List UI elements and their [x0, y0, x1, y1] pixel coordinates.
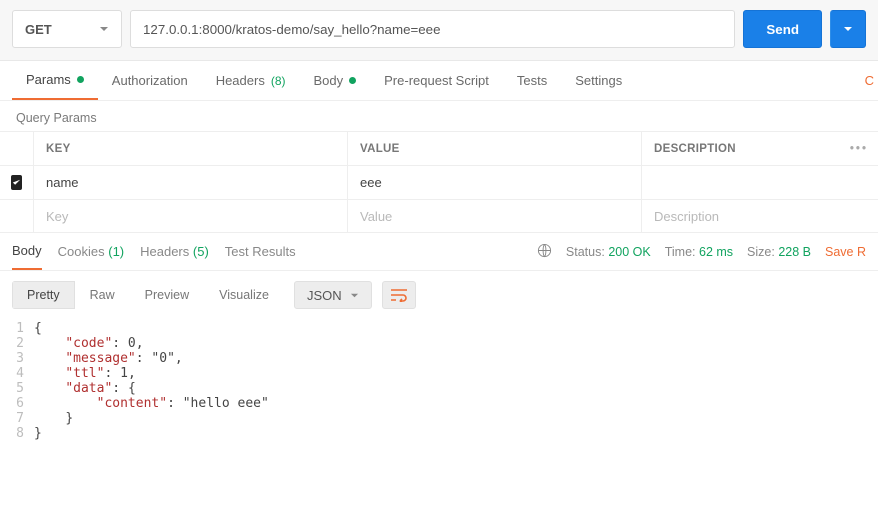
tab-label: Pre-request Script: [384, 73, 489, 88]
view-raw[interactable]: Raw: [75, 281, 130, 309]
tab-label: Authorization: [112, 73, 188, 88]
response-tab-body[interactable]: Body: [12, 243, 42, 270]
chevron-down-icon: [99, 22, 109, 37]
view-visualize[interactable]: Visualize: [204, 281, 284, 309]
response-tab-cookies[interactable]: Cookies (1): [58, 244, 124, 259]
modified-dot-icon: [77, 76, 84, 83]
body-format-select[interactable]: JSON: [294, 281, 372, 309]
query-param-row: name eee: [0, 165, 878, 199]
response-body-json[interactable]: 1{2 "code": 0,3 "message": "0",4 "ttl": …: [0, 319, 878, 461]
code-line: 3 "message": "0",: [0, 351, 878, 366]
tab-label: Body: [314, 73, 344, 88]
code-line: 5 "data": {: [0, 381, 878, 396]
param-key-input[interactable]: Key: [34, 200, 348, 232]
param-value-input[interactable]: Value: [348, 200, 642, 232]
query-params-header-row: KEY VALUE DESCRIPTION •••: [0, 131, 878, 165]
param-value-input[interactable]: eee: [348, 166, 642, 199]
code-line: 4 "ttl": 1,: [0, 366, 878, 381]
col-key: KEY: [34, 132, 348, 165]
tab-settings[interactable]: Settings: [561, 61, 636, 100]
tab-params[interactable]: Params: [12, 61, 98, 100]
col-description: DESCRIPTION •••: [642, 132, 878, 165]
size-label: Size: 228 B: [747, 245, 811, 259]
tab-headers[interactable]: Headers (8): [202, 61, 300, 100]
modified-dot-icon: [349, 77, 356, 84]
code-line: 7 }: [0, 411, 878, 426]
tab-body[interactable]: Body: [300, 61, 371, 100]
time-label: Time: 62 ms: [665, 245, 733, 259]
code-line: 1{: [0, 321, 878, 336]
save-response-button[interactable]: Save R: [825, 245, 866, 259]
col-value: VALUE: [348, 132, 642, 165]
tab-label: Params: [26, 72, 71, 87]
tab-label: Settings: [575, 73, 622, 88]
param-desc-input[interactable]: Description: [642, 200, 878, 232]
body-view-mode: Pretty Raw Preview Visualize: [12, 281, 284, 309]
row-checkbox[interactable]: [11, 175, 22, 190]
http-method-select[interactable]: GET: [12, 10, 122, 48]
status-label: Status: 200 OK: [566, 245, 651, 259]
view-pretty[interactable]: Pretty: [12, 281, 75, 309]
tab-label: Headers: [216, 73, 265, 88]
view-preview[interactable]: Preview: [130, 281, 204, 309]
code-line: 2 "code": 0,: [0, 336, 878, 351]
code-line: 6 "content": "hello eee": [0, 396, 878, 411]
tab-authorization[interactable]: Authorization: [98, 61, 202, 100]
request-url-input[interactable]: [130, 10, 735, 48]
tab-count: (8): [271, 74, 286, 88]
http-method-value: GET: [25, 22, 52, 37]
send-dropdown-button[interactable]: [830, 10, 866, 48]
response-tab-test-results[interactable]: Test Results: [225, 244, 296, 259]
param-desc-input[interactable]: [642, 166, 878, 199]
code-line: 8}: [0, 426, 878, 441]
cookies-link[interactable]: C: [865, 73, 874, 88]
param-key-input[interactable]: name: [34, 166, 348, 199]
response-tab-headers[interactable]: Headers (5): [140, 244, 209, 259]
chevron-down-icon: [350, 288, 359, 303]
send-button[interactable]: Send: [743, 10, 822, 48]
query-param-new-row: Key Value Description: [0, 199, 878, 233]
tab-tests[interactable]: Tests: [503, 61, 561, 100]
globe-icon[interactable]: [537, 243, 552, 261]
wrap-lines-button[interactable]: [382, 281, 416, 309]
tab-label: Tests: [517, 73, 547, 88]
tab-pre-request-script[interactable]: Pre-request Script: [370, 61, 503, 100]
bulk-edit-icon[interactable]: •••: [850, 143, 868, 155]
query-params-title: Query Params: [0, 101, 878, 131]
